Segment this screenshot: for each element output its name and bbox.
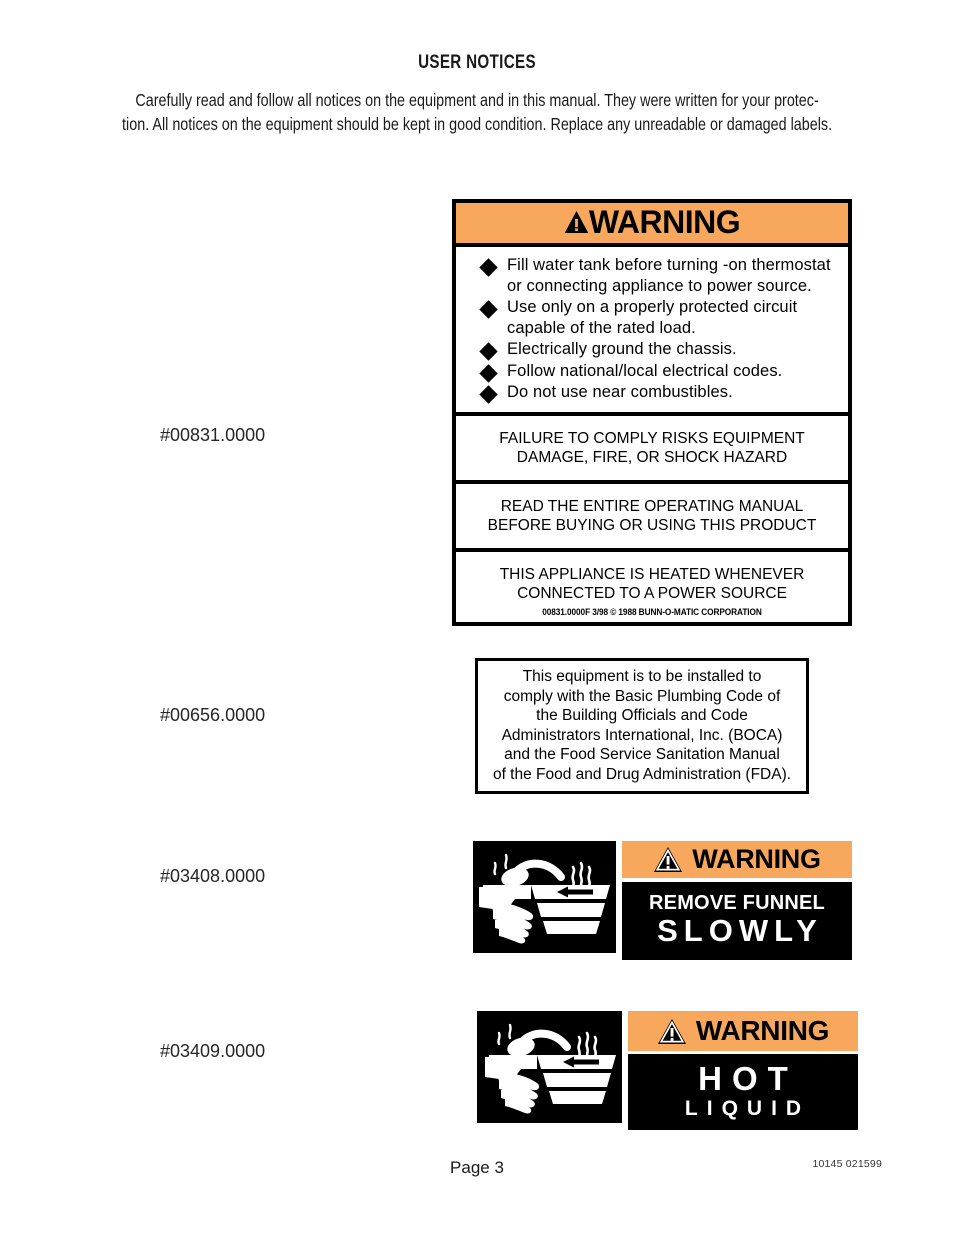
page-title: USER NOTICES	[418, 52, 536, 73]
plumbing-line: of the Food and Drug Administration (FDA…	[492, 765, 792, 783]
warning-banner: WARNING	[456, 203, 848, 247]
warning-word: WARNING	[692, 844, 821, 874]
warning-bullet-text: Follow national/local electrical codes.	[507, 361, 783, 380]
hot-liquid-line-2: LIQUID	[684, 1096, 811, 1120]
warning-triangle-icon	[564, 210, 589, 234]
warning-banner: WARNING	[628, 1011, 858, 1051]
warning-word: WARNING	[695, 1015, 830, 1046]
notice-line: DAMAGE, FIRE, OR SHOCK HAZARD	[516, 448, 788, 466]
plumbing-line: Administrators International, Inc. (BOCA…	[501, 726, 783, 744]
diamond-bullet-icon	[479, 258, 498, 277]
part-number-03409: #03409.0000	[160, 1041, 266, 1061]
hot-liquid-label-03409: WARNING HOT LIQUID	[477, 1011, 858, 1130]
warning-copyright: 00831.0000F 3/98 © 1988 BUNN-O-MATIC COR…	[542, 606, 762, 617]
warning-triangle-icon	[657, 1018, 687, 1045]
warning-bullet-item: Follow national/local electrical codes.	[479, 361, 848, 383]
warning-banner: WARNING	[622, 841, 852, 878]
warning-bullet-item: Electrically ground the chassis.	[479, 339, 848, 361]
hand-steam-funnel-icon	[477, 1011, 622, 1123]
remove-funnel-label-03408: WARNING REMOVE FUNNEL SLOWLY	[473, 841, 852, 960]
hot-liquid-message: WARNING HOT LIQUID	[628, 1011, 858, 1130]
remove-funnel-text-block: REMOVE FUNNEL SLOWLY	[622, 882, 852, 960]
remove-funnel-line-2: SLOWLY	[657, 912, 823, 948]
plumbing-line: This equipment is to be installed to	[522, 668, 762, 685]
remove-funnel-line-1: REMOVE FUNNEL	[649, 891, 825, 914]
warning-bullet-text: Do not use near combustibles.	[507, 383, 733, 401]
document-code: 10145 021599	[812, 1158, 882, 1170]
page-number: Page 3	[450, 1158, 504, 1177]
notice-line: CONNECTED TO A POWER SOURCE	[517, 584, 787, 602]
plumbing-line: comply with the Basic Plumbing Code of	[503, 687, 781, 705]
diamond-bullet-icon	[479, 363, 498, 383]
warning-bullet-list: Fill water tank before turning -on therm…	[456, 247, 848, 416]
warning-word: WARNING	[588, 204, 741, 240]
part-number-00831: #00831.0000	[160, 425, 266, 445]
notice-line: THIS APPLIANCE IS HEATED WHENEVER	[499, 565, 805, 583]
warning-bullet-text: Electrically ground the chassis.	[507, 340, 737, 358]
warning-bullet-text: Fill water tank before turning -on therm…	[507, 256, 831, 295]
warning-notice-failure: FAILURE TO COMPLY RISKS EQUIPMENT DAMAGE…	[456, 416, 848, 484]
intro-line-1: Carefully read and follow all notices on…	[135, 90, 819, 110]
warning-bullet-item: Fill water tank before turning -on therm…	[479, 255, 848, 296]
intro-paragraph: Carefully read and follow all notices on…	[56, 88, 898, 136]
warning-label-00831: WARNING Fill water tank before turning -…	[452, 199, 852, 626]
warning-triangle-icon	[653, 846, 683, 873]
diamond-bullet-icon	[479, 300, 498, 319]
hand-steam-funnel-icon	[473, 841, 616, 953]
warning-notice-heated: THIS APPLIANCE IS HEATED WHENEVER CONNEC…	[456, 552, 848, 607]
part-number-00656: #00656.0000	[160, 705, 266, 725]
plumbing-line: and the Food Service Sanitation Manual	[504, 746, 780, 763]
hot-liquid-text-block: HOT LIQUID	[628, 1054, 858, 1130]
part-number-03408: #03408.0000	[160, 866, 266, 886]
notice-line: READ THE ENTIRE OPERATING MANUAL	[500, 497, 804, 515]
diamond-bullet-icon	[479, 385, 498, 404]
hot-liquid-line-1: HOT	[698, 1060, 798, 1098]
diamond-bullet-icon	[479, 342, 498, 361]
notice-line: BEFORE BUYING OR USING THIS PRODUCT	[487, 516, 817, 534]
intro-line-2: tion. All notices on the equipment shoul…	[122, 114, 833, 134]
notice-line: FAILURE TO COMPLY RISKS EQUIPMENT	[499, 429, 805, 447]
warning-bullet-item: Do not use near combustibles.	[479, 382, 848, 404]
remove-funnel-message: WARNING REMOVE FUNNEL SLOWLY	[622, 841, 852, 960]
plumbing-line: the Building Officials and Code	[536, 707, 748, 724]
warning-notice-read-manual: READ THE ENTIRE OPERATING MANUAL BEFORE …	[456, 484, 848, 552]
warning-bullet-text: Use only on a properly protected circuit…	[507, 298, 798, 337]
plumbing-code-label-00656: This equipment is to be installed to com…	[475, 658, 809, 794]
warning-bullet-item: Use only on a properly protected circuit…	[479, 297, 848, 338]
